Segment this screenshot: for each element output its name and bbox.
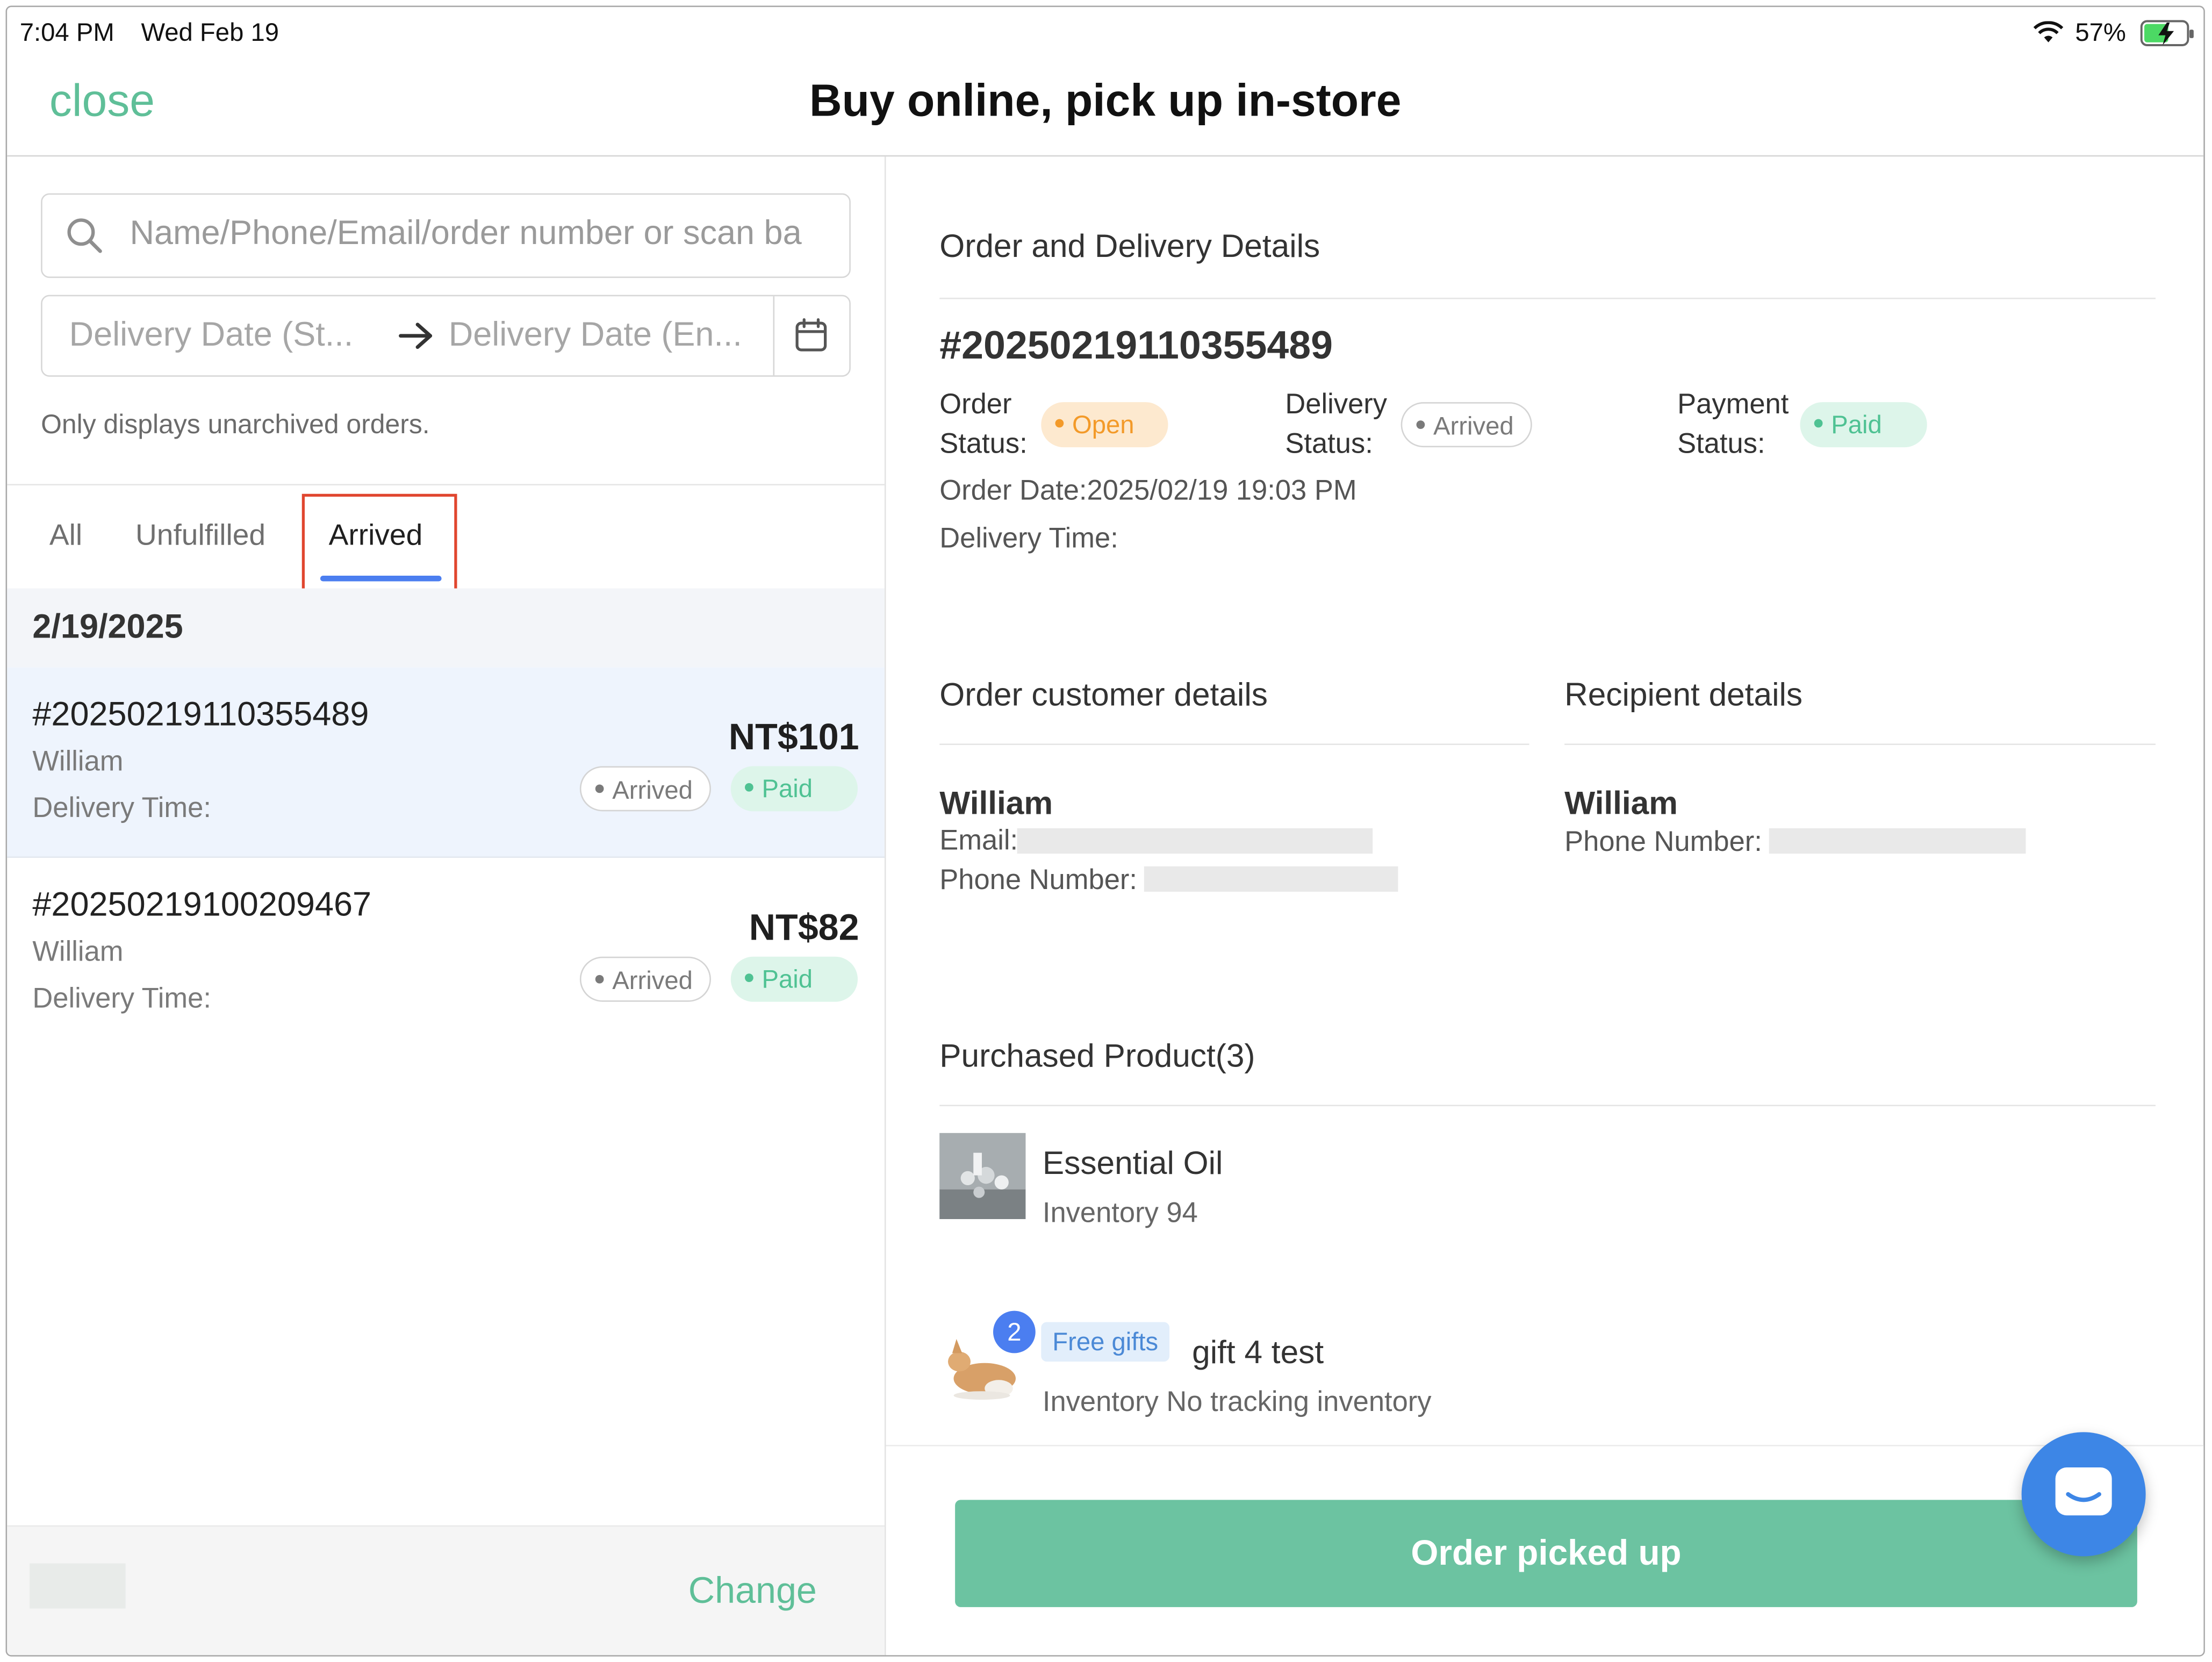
- redacted-phone: [1144, 866, 1398, 892]
- customer-details-heading: Order customer details: [939, 676, 1268, 713]
- app-window: 7:04 PM Wed Feb 19 57% Buy online, pick …: [5, 5, 2205, 1657]
- delivery-date-end-input[interactable]: Delivery Date (En...: [449, 316, 762, 356]
- close-button[interactable]: close: [49, 75, 155, 127]
- customer-phone-label: Phone Number:: [939, 865, 1137, 896]
- customer-name: William: [32, 746, 124, 778]
- product-thumbnail: [939, 1133, 1026, 1219]
- order-amount: NT$101: [728, 715, 859, 758]
- order-list-item[interactable]: #20250219100209467 William Delivery Time…: [7, 858, 885, 1048]
- recipient-phone-label: Phone Number:: [1564, 827, 1762, 858]
- chat-button[interactable]: [2021, 1432, 2146, 1557]
- order-list-item[interactable]: #20250219110355489 William Delivery Time…: [7, 667, 885, 858]
- status-tabs: All Unfulfilled Arrived: [7, 484, 885, 601]
- delivery-time: Delivery Time:: [939, 523, 1118, 555]
- delivery-status-label: Delivery Status:: [1285, 389, 1388, 460]
- search-icon: [65, 216, 105, 263]
- divider: [939, 1105, 2156, 1106]
- order-number-title: #20250219110355489: [939, 323, 1333, 367]
- search-input[interactable]: Name/Phone/Email/order number or scan ba: [41, 193, 851, 278]
- product-inventory: Inventory 94: [1042, 1198, 1198, 1229]
- divider: [773, 296, 775, 376]
- order-status-label: Order Status:: [939, 389, 1028, 460]
- search-placeholder: Name/Phone/Email/order number or scan ba: [130, 214, 802, 253]
- tab-unfulfilled[interactable]: Unfulfilled: [135, 519, 265, 553]
- order-date: Order Date:2025/02/19 19:03 PM: [939, 475, 1357, 507]
- payment-status-label: Payment Status:: [1677, 389, 1789, 460]
- header-bar: Buy online, pick up in-store close: [7, 7, 2204, 157]
- payment-status-badge: Paid: [730, 956, 858, 1002]
- free-gift-tag: Free gifts: [1041, 1322, 1170, 1362]
- chat-icon: [2051, 1463, 2116, 1532]
- order-number: #20250219110355489: [32, 696, 369, 734]
- redacted-phone: [1769, 828, 2026, 854]
- archive-hint: Only displays unarchived orders.: [41, 410, 430, 440]
- order-detail-panel: Order and Delivery Details #202502191103…: [886, 156, 2204, 1656]
- recipient-details-heading: Recipient details: [1564, 676, 1803, 713]
- customer-email-label: Email:: [939, 825, 1018, 857]
- left-footer: Change: [7, 1525, 885, 1656]
- order-number: #20250219100209467: [32, 886, 372, 925]
- calendar-icon[interactable]: [794, 318, 828, 361]
- order-status-badge: Open: [1041, 402, 1168, 448]
- delivery-status-badge: Arrived: [1401, 402, 1532, 448]
- redacted-email: [1017, 828, 1373, 854]
- arrow-right-icon: [398, 320, 434, 359]
- order-details-heading: Order and Delivery Details: [939, 227, 1320, 264]
- delivery-date-start-input[interactable]: Delivery Date (St...: [69, 316, 380, 356]
- customer-name: William: [939, 784, 1053, 821]
- product-name: gift 4 test: [1192, 1333, 1324, 1370]
- divider: [939, 297, 2156, 299]
- divider: [1564, 743, 2156, 745]
- page-title: Buy online, pick up in-store: [809, 75, 1402, 126]
- action-bar: Order picked up: [886, 1432, 2204, 1656]
- order-picked-up-button[interactable]: Order picked up: [955, 1500, 2137, 1607]
- divider: [939, 743, 1529, 745]
- delivery-time-label: Delivery Time:: [32, 983, 211, 1015]
- product-inventory: Inventory No tracking inventory: [1042, 1387, 1432, 1419]
- payment-status-badge: Paid: [730, 766, 858, 812]
- delivery-status-badge: Arrived: [579, 956, 712, 1002]
- delivery-status-badge: Arrived: [579, 766, 712, 812]
- highlight-box: [301, 493, 457, 601]
- tab-all[interactable]: All: [49, 519, 82, 553]
- delivery-time-label: Delivery Time:: [32, 793, 211, 824]
- group-date: 2/19/2025: [32, 608, 183, 647]
- date-group-header: 2/19/2025: [7, 588, 885, 668]
- payment-status-badge: Paid: [1800, 402, 1927, 448]
- product-name: Essential Oil: [1042, 1144, 1223, 1181]
- store-avatar: [30, 1563, 126, 1609]
- delivery-date-range[interactable]: Delivery Date (St... Delivery Date (En..…: [41, 295, 851, 377]
- customer-name: William: [32, 937, 124, 968]
- recipient-name: William: [1564, 784, 1678, 821]
- order-list-panel: Name/Phone/Email/order number or scan ba…: [7, 156, 886, 1656]
- purchased-products-heading: Purchased Product(3): [939, 1037, 1255, 1074]
- quantity-badge: 2: [993, 1310, 1036, 1353]
- order-amount: NT$82: [749, 906, 859, 948]
- change-button[interactable]: Change: [688, 1569, 817, 1613]
